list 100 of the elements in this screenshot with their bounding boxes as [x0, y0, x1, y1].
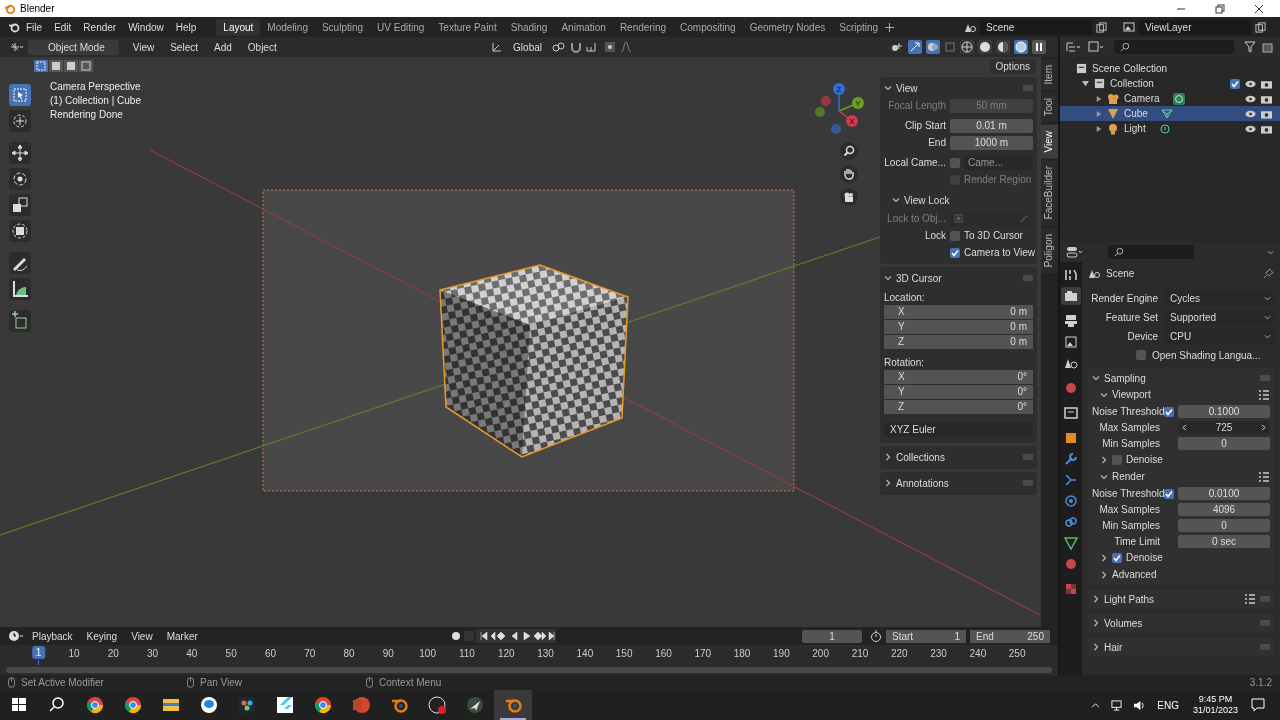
number-field[interactable]: 0.01 m: [950, 118, 1033, 133]
drag-handle-icon[interactable]: [1260, 375, 1270, 381]
select-mode-icon[interactable]: [34, 60, 94, 72]
axis-gizmo-drawing[interactable]: Z Y X: [814, 81, 864, 137]
maximize-icon[interactable]: [1215, 3, 1225, 14]
new-collection-icon[interactable]: [1262, 41, 1274, 53]
current-frame-marker[interactable]: 1: [31, 646, 46, 659]
sphere-icon[interactable]: [978, 40, 992, 54]
increment-icon[interactable]: [1261, 424, 1266, 431]
presets-icon[interactable]: [1258, 388, 1270, 401]
falloff-icon[interactable]: [620, 41, 632, 53]
presets-icon[interactable]: [1258, 470, 1270, 483]
sidebar-tab[interactable]: Poligon: [1041, 227, 1058, 274]
scrollbar[interactable]: [6, 667, 1052, 673]
checkbox[interactable]: [1136, 350, 1146, 360]
disclosure-triangle-icon[interactable]: [1096, 95, 1102, 102]
drag-handle-icon[interactable]: [1023, 454, 1033, 460]
close-icon[interactable]: [1254, 3, 1264, 14]
menu-item[interactable]: File: [20, 21, 49, 33]
menu-item[interactable]: Marker: [160, 630, 204, 642]
menu-item[interactable]: Help: [169, 21, 203, 33]
start-frame-field[interactable]: Start 1: [886, 629, 966, 643]
number-field[interactable]: 0: [1178, 437, 1270, 450]
mode-dropdown[interactable]: Object Mode: [28, 39, 119, 55]
tree-item[interactable]: Cube: [1124, 108, 1148, 119]
presets-icon[interactable]: [1244, 593, 1256, 605]
blender-logo-icon[interactable]: [8, 21, 20, 33]
zoom-icon[interactable]: [840, 142, 858, 160]
number-field[interactable]: 0: [1178, 519, 1270, 532]
editor-type-icon[interactable]: [1066, 246, 1084, 258]
drag-handle-icon[interactable]: [1260, 620, 1270, 626]
copy-icon[interactable]: [1096, 21, 1107, 33]
panel-title[interactable]: Sampling: [1104, 372, 1146, 384]
language-indicator[interactable]: ENG: [1157, 699, 1179, 711]
eye-icon[interactable]: [1245, 109, 1256, 118]
chevron-icon[interactable]: [884, 453, 892, 461]
light-data-icon[interactable]: [1158, 122, 1171, 135]
drag-handle-icon[interactable]: [1023, 275, 1033, 281]
panel-title[interactable]: Collections: [896, 451, 945, 463]
checkbox[interactable]: [1112, 552, 1122, 563]
display-mode-icon[interactable]: [1088, 41, 1104, 53]
triangle-icon[interactable]: [1061, 534, 1081, 552]
chevron-icon[interactable]: [1100, 553, 1108, 562]
notification-icon[interactable]: [1251, 698, 1265, 712]
camera-icon[interactable]: [1061, 287, 1081, 305]
chevron-icon[interactable]: [884, 274, 892, 282]
panel-title[interactable]: Annotations: [896, 477, 949, 489]
decrement-icon[interactable]: [1182, 424, 1187, 431]
end-frame-field[interactable]: End 250: [970, 629, 1050, 643]
panel-title[interactable]: Denoise: [1126, 552, 1163, 563]
vector-field[interactable]: X 0°: [884, 370, 1033, 384]
pin-icon[interactable]: [1263, 267, 1274, 279]
box-icon[interactable]: [1061, 404, 1081, 422]
sphere-icon[interactable]: [1014, 40, 1028, 54]
transform-icon[interactable]: [9, 220, 31, 242]
chevron-icon[interactable]: [1092, 595, 1100, 603]
rotate-icon[interactable]: [9, 168, 31, 190]
drag-handle-icon[interactable]: [1260, 644, 1270, 650]
workspace-tab[interactable]: Animation: [554, 18, 613, 36]
camera-icon[interactable]: [840, 188, 858, 206]
vector-field[interactable]: Y 0 m: [884, 320, 1033, 334]
wireframe-sphere-icon[interactable]: [960, 40, 974, 54]
vector-field[interactable]: Z 0 m: [884, 335, 1033, 349]
number-field[interactable]: 4096: [1178, 503, 1270, 516]
vector-field[interactable]: Z 0°: [884, 400, 1033, 414]
camera-icon[interactable]: [1261, 93, 1272, 104]
panel-title[interactable]: View: [896, 82, 918, 94]
dropdown[interactable]: CPU: [1164, 328, 1274, 344]
drag-handle-icon[interactable]: [1260, 596, 1270, 602]
drag-handle-icon[interactable]: [1023, 480, 1033, 486]
panel-title[interactable]: Denoise: [1126, 454, 1163, 465]
sidebar-tab[interactable]: Tool: [1041, 92, 1058, 123]
proportional-icon[interactable]: [604, 41, 616, 53]
checkbox[interactable]: [950, 247, 960, 258]
orientation-icon[interactable]: [491, 41, 504, 53]
camera-data-icon[interactable]: [1172, 92, 1185, 105]
sidebar-tab[interactable]: Item: [1041, 59, 1058, 91]
search-field[interactable]: [1108, 245, 1194, 259]
add-cube-icon[interactable]: [9, 310, 31, 332]
cube-drawing[interactable]: [439, 264, 629, 458]
filter-icon[interactable]: [1244, 41, 1256, 53]
menu-item[interactable]: Window: [122, 21, 170, 33]
clock-icon[interactable]: [8, 630, 24, 642]
move-icon[interactable]: [9, 142, 31, 164]
speaker-icon[interactable]: [1133, 699, 1147, 711]
workspace-tab[interactable]: Layout: [216, 18, 261, 36]
pause-icon[interactable]: [1032, 40, 1046, 54]
chevron-icon[interactable]: [1100, 472, 1108, 481]
chevron-icon[interactable]: [1100, 390, 1108, 399]
disclosure-triangle-icon[interactable]: [1096, 125, 1102, 132]
workspace-tab[interactable]: Shading: [503, 18, 555, 36]
menu-item[interactable]: View: [125, 630, 159, 642]
current-frame-field[interactable]: 1: [802, 629, 862, 643]
panel-title[interactable]: View Lock: [904, 194, 950, 206]
menu-item[interactable]: Select: [164, 41, 204, 53]
workspace-tab[interactable]: Compositing: [673, 18, 743, 36]
cursor-icon[interactable]: [9, 110, 31, 132]
camera-icon[interactable]: [1261, 108, 1272, 119]
chevron-icon[interactable]: [884, 479, 892, 487]
panel-title[interactable]: 3D Cursor: [896, 272, 942, 284]
